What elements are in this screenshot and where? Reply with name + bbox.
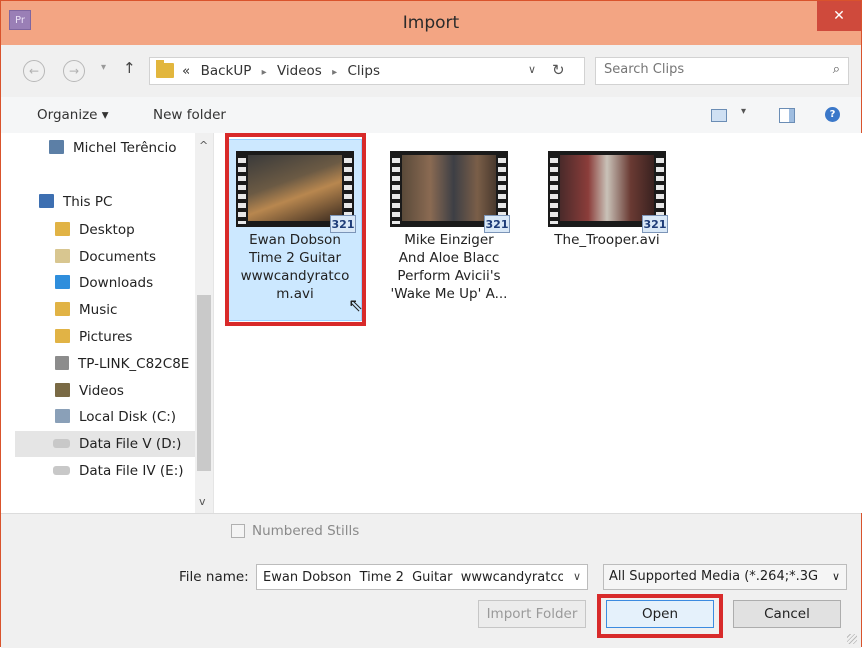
video-frame bbox=[560, 155, 654, 221]
sidebar-item-documents[interactable]: Documents bbox=[55, 244, 156, 270]
sidebar-item-network-device[interactable]: TP-LINK_C82C8E bbox=[55, 351, 189, 377]
sidebar-item-data-file-v[interactable]: Data File V (D:) bbox=[15, 431, 195, 457]
help-icon[interactable]: ? bbox=[825, 107, 840, 122]
sidebar-item-local-disk[interactable]: Local Disk (C:) bbox=[55, 404, 176, 430]
navigation-scrollbar[interactable]: ^ v bbox=[195, 133, 213, 513]
breadcrumb-separator-icon[interactable]: ▸ bbox=[332, 67, 337, 78]
sidebar-item-this-pc[interactable]: This PC bbox=[39, 189, 112, 215]
breadcrumb-separator-icon[interactable]: ▸ bbox=[262, 67, 267, 78]
numbered-stills-checkbox[interactable] bbox=[231, 524, 245, 538]
command-bar: Organize ▾ New folder ▾ ? bbox=[1, 97, 861, 134]
file-name-label: File name: bbox=[179, 569, 249, 585]
music-icon bbox=[55, 302, 70, 316]
numbered-stills-label: Numbered Stills bbox=[252, 523, 360, 539]
file-item[interactable]: 321 The_Trooper.avi bbox=[540, 139, 674, 321]
annotation-highlight bbox=[597, 594, 723, 638]
search-box[interactable]: ⌕ bbox=[595, 57, 849, 85]
window-title: Import bbox=[402, 13, 460, 33]
dialog-footer: Numbered Stills File name: ∨ All Support… bbox=[1, 513, 861, 648]
folder-icon bbox=[55, 222, 70, 236]
address-dropdown-icon[interactable]: ∨ bbox=[528, 63, 536, 76]
network-icon bbox=[55, 356, 69, 370]
file-item[interactable]: 321 Mike Einziger And Aloe Blacc Perform… bbox=[382, 139, 516, 321]
file-name: The_Trooper.avi bbox=[554, 232, 660, 248]
refresh-icon[interactable]: ↻ bbox=[552, 61, 565, 79]
new-folder-button[interactable]: New folder bbox=[153, 107, 226, 123]
import-folder-button[interactable]: Import Folder bbox=[478, 600, 586, 628]
view-dropdown-icon[interactable]: ▾ bbox=[741, 106, 746, 117]
search-icon[interactable]: ⌕ bbox=[833, 62, 840, 77]
sidebar-item-user[interactable]: Michel Terêncio bbox=[49, 135, 177, 161]
user-icon bbox=[49, 140, 64, 154]
breadcrumb-videos[interactable]: Videos bbox=[277, 63, 322, 79]
file-type-dropdown-icon[interactable]: ∨ bbox=[832, 565, 840, 589]
breadcrumb-backup[interactable]: BackUP bbox=[201, 63, 252, 79]
close-button[interactable]: ✕ bbox=[817, 1, 861, 31]
cancel-button[interactable]: Cancel bbox=[733, 600, 841, 628]
organize-button[interactable]: Organize ▾ bbox=[37, 107, 109, 123]
change-view-icon[interactable] bbox=[711, 109, 727, 122]
up-folder-button[interactable]: ↑ bbox=[123, 59, 136, 77]
history-dropdown-icon[interactable]: ▾ bbox=[101, 62, 106, 73]
forward-button[interactable]: → bbox=[63, 60, 85, 82]
sidebar-item-music[interactable]: Music bbox=[55, 297, 117, 323]
video-thumbnail: 321 bbox=[390, 151, 510, 233]
pictures-icon bbox=[55, 329, 70, 343]
file-type-value: All Supported Media (*.264;*.3G bbox=[609, 569, 819, 584]
file-name-combobox[interactable]: ∨ bbox=[256, 564, 588, 590]
annotation-highlight bbox=[225, 133, 366, 326]
back-button[interactable]: ← bbox=[23, 60, 45, 82]
sidebar-item-data-file-iv[interactable]: Data File IV (E:) bbox=[53, 458, 184, 484]
sidebar-item-desktop[interactable]: Desktop bbox=[55, 217, 135, 243]
disk-icon bbox=[55, 409, 70, 423]
documents-icon bbox=[55, 249, 70, 263]
computer-icon bbox=[39, 194, 54, 208]
videos-icon bbox=[55, 383, 70, 397]
file-name: Mike Einziger And Aloe Blacc Perform Avi… bbox=[390, 232, 508, 302]
file-name-input[interactable] bbox=[261, 569, 565, 586]
video-frame bbox=[402, 155, 496, 221]
sidebar-item-videos[interactable]: Videos bbox=[55, 378, 124, 404]
mouse-cursor-icon: ⇖ bbox=[348, 295, 364, 316]
navigation-pane: Michel Terêncio This PC Desktop Document… bbox=[1, 133, 214, 513]
sidebar-item-pictures[interactable]: Pictures bbox=[55, 324, 132, 350]
address-row: ← → ▾ ↑ « BackUP ▸ Videos ▸ Clips ∨ ↻ ⌕ bbox=[1, 45, 861, 97]
preview-pane-icon[interactable] bbox=[779, 108, 795, 123]
address-bar[interactable]: « BackUP ▸ Videos ▸ Clips ∨ ↻ bbox=[149, 57, 585, 85]
folder-icon bbox=[156, 60, 174, 78]
downloads-icon bbox=[55, 275, 70, 289]
scrollbar-thumb[interactable] bbox=[197, 295, 211, 471]
drive-icon bbox=[53, 439, 70, 448]
title-bar[interactable]: Pr Import ✕ bbox=[1, 1, 861, 45]
video-thumbnail: 321 bbox=[548, 151, 668, 233]
scroll-up-icon[interactable]: ^ bbox=[199, 139, 208, 152]
breadcrumb-clips[interactable]: Clips bbox=[347, 63, 380, 79]
import-dialog: Pr Import ✕ ← → ▾ ↑ « BackUP ▸ Videos ▸ … bbox=[0, 0, 863, 648]
search-input[interactable] bbox=[602, 61, 816, 78]
resize-grip-icon[interactable] bbox=[847, 634, 857, 644]
breadcrumb-overflow[interactable]: « bbox=[182, 63, 190, 79]
scroll-down-icon[interactable]: v bbox=[199, 495, 206, 508]
file-name-dropdown-icon[interactable]: ∨ bbox=[573, 570, 581, 583]
drive-icon bbox=[53, 466, 70, 475]
file-type-select[interactable]: All Supported Media (*.264;*.3G ∨ bbox=[603, 564, 847, 590]
file-list: 321 Ewan Dobson Time 2 Guitar wwwcandyra… bbox=[214, 133, 863, 513]
sidebar-item-downloads[interactable]: Downloads bbox=[55, 270, 153, 296]
breadcrumb: « BackUP ▸ Videos ▸ Clips bbox=[182, 63, 380, 79]
